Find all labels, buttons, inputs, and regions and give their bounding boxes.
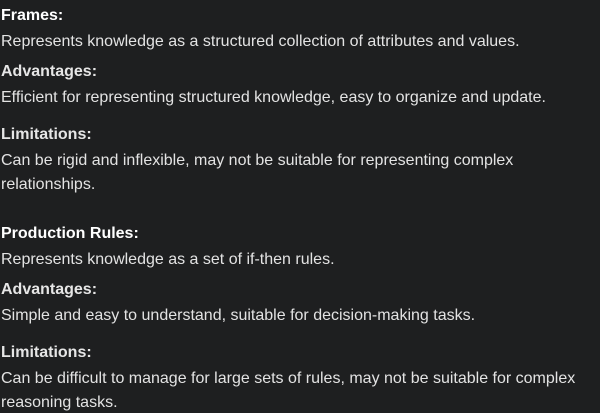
section-title-frames: Frames: — [1, 7, 64, 24]
advantages-text-frames: Efficient for representing structured kn… — [1, 89, 546, 106]
section-title-production-rules: Production Rules: — [1, 225, 139, 242]
advantages-label-production-rules: Advantages: — [1, 281, 98, 298]
limitations-label-production-rules: Limitations: — [1, 344, 92, 361]
limitations-label-frames: Limitations: — [1, 126, 92, 143]
advantages-label-frames: Advantages: — [1, 63, 98, 80]
section-description-frames: Represents knowledge as a structured col… — [1, 33, 520, 50]
advantages-text-production-rules: Simple and easy to understand, suitable … — [1, 307, 476, 324]
limitations-text-production-rules: Can be difficult to manage for large set… — [1, 370, 576, 411]
section-description-production-rules: Represents knowledge as a set of if-then… — [1, 251, 335, 268]
limitations-text-frames: Can be rigid and inflexible, may not be … — [1, 152, 514, 193]
